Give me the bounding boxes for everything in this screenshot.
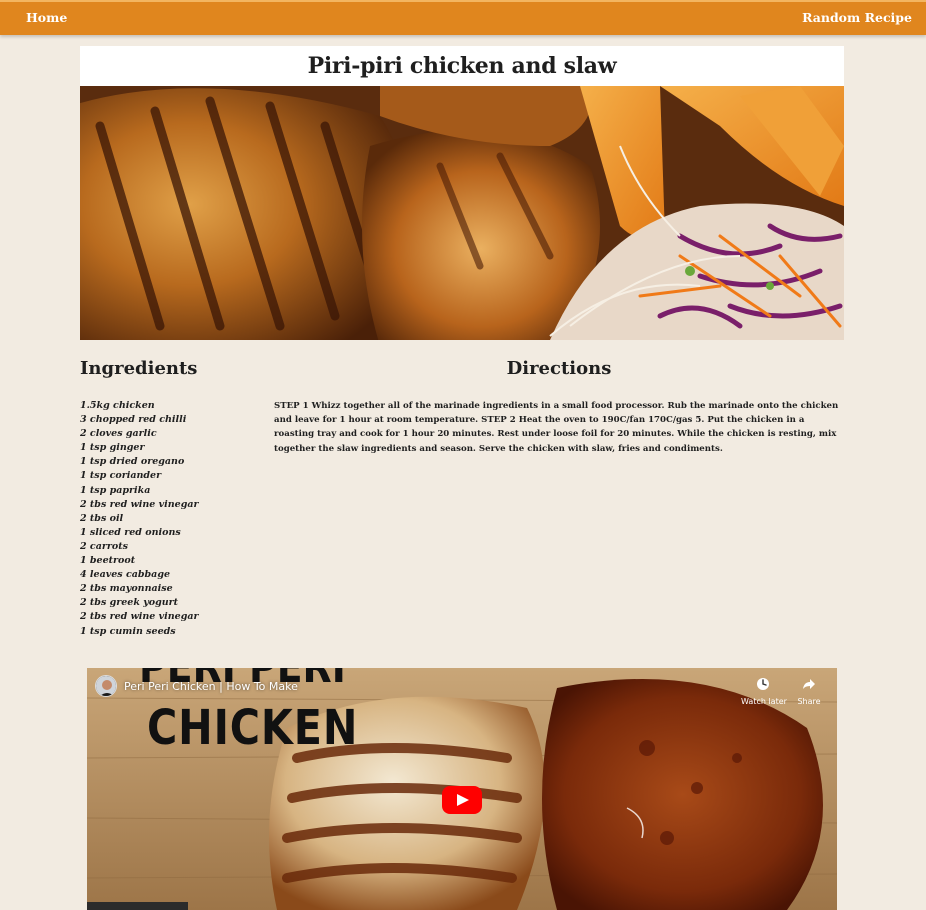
ingredient-item: 1 tsp ginger [80,442,145,454]
recipe-hero-image [80,86,844,340]
share-arrow-icon [803,679,815,689]
recipe-title-box: Piri-piri chicken and slaw [80,46,844,86]
ingredient-item: 1 tsp coriander [80,470,162,482]
ingredient-item: 1 tsp cumin seeds [80,625,176,637]
watch-later-button[interactable]: Watch later [741,676,787,706]
ingredient-item: 2 tbs oil [80,512,124,524]
directions-text: STEP 1 Whizz together all of the marinad… [274,401,839,454]
home-link[interactable]: Home [26,10,67,25]
ingredients-list: 1.5kg chicken 3 chopped red chilli 2 clo… [80,399,199,639]
ingredient-item: 1 tsp dried oregano [80,456,185,468]
ingredients-heading: Ingredients [80,358,198,379]
clock-icon [757,678,769,690]
play-button[interactable] [442,786,482,814]
video-bottom-bar [87,902,188,910]
ingredient-item: 1.5kg chicken [80,400,155,411]
ingredient-item: 2 carrots [80,540,128,552]
share-label: Share [797,697,821,706]
ingredient-item: 2 tbs mayonnaise [80,583,173,595]
ingredient-item: 4 leaves cabbage [80,569,171,581]
ingredient-item: 2 tbs red wine vinegar [80,498,199,510]
grilled-chicken-photo [80,86,844,340]
ingredient-item: 2 tbs greek yogurt [80,597,179,609]
directions-heading: Directions [506,358,612,379]
ingredient-item: 2 tbs red wine vinegar [80,611,199,623]
youtube-video-embed[interactable]: PERI PERI CHICKEN Peri Peri Chicken | Ho… [87,668,837,910]
ingredient-item: 3 chopped red chilli [80,414,187,426]
video-overlay-chicken-text: CHICKEN [147,700,359,756]
ingredient-item: 1 beetroot [80,555,136,567]
recipe-title: Piri-piri chicken and slaw [307,53,617,79]
ingredient-item: 2 cloves garlic [80,428,157,440]
ingredient-item: 1 tsp paprika [80,484,151,496]
share-button[interactable]: Share [787,676,831,706]
top-navbar: Home Random Recipe [0,0,926,35]
random-recipe-link[interactable]: Random Recipe [802,10,912,25]
ingredient-item: 1 sliced red onions [80,526,181,538]
video-title[interactable]: Peri Peri Chicken | How To Make [124,680,298,693]
channel-avatar[interactable] [95,675,117,697]
watch-later-label: Watch later [741,697,787,706]
